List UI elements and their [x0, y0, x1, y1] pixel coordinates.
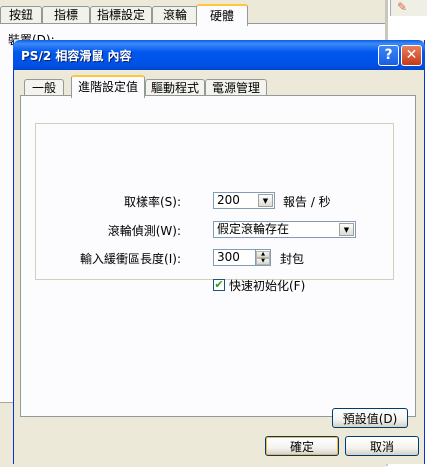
parent-tab-wheel[interactable]: 滾輪	[152, 6, 198, 24]
chevron-down-icon[interactable]: ▼	[258, 194, 273, 207]
advanced-settings-panel: 取樣率(S): 200 ▼ 報告 / 秒 滾輪偵測(W): 假定滾輪存在 ▼ 輸…	[20, 95, 416, 428]
parent-tab-hardware[interactable]: 硬體	[196, 4, 248, 26]
spin-up-icon[interactable]: ▲	[256, 251, 270, 258]
sample-rate-label: 取樣率(S):	[123, 195, 181, 209]
restore-defaults-button[interactable]: 預設值(D)	[332, 408, 408, 428]
input-buffer-length-input[interactable]: 300	[213, 249, 256, 266]
parent-tab-pointers[interactable]: 指標	[42, 6, 90, 24]
tab-power-management[interactable]: 電源管理	[205, 79, 267, 96]
cancel-button[interactable]: 取消	[345, 436, 419, 456]
dialog-title: PS/2 相容滑鼠 內容	[21, 49, 132, 63]
input-buffer-length-unit: 封包	[280, 252, 305, 266]
wheel-detection-value: 假定滾輪存在	[217, 222, 290, 236]
input-buffer-length-spinner: ▲ ▼	[256, 249, 271, 266]
sample-rate-select[interactable]: 200 ▼	[213, 192, 275, 209]
edit-icon: ✎	[397, 0, 408, 14]
tab-general[interactable]: 一般	[24, 79, 64, 96]
tab-driver[interactable]: 驅動程式	[145, 79, 205, 96]
parent-tab-buttons[interactable]: 按鈕	[0, 6, 42, 24]
fast-init-label[interactable]: 快速初始化(F)	[229, 277, 305, 294]
close-button[interactable]: ✕	[401, 45, 422, 66]
chevron-down-icon[interactable]: ▼	[339, 223, 354, 236]
ok-button[interactable]: 確定	[265, 436, 339, 456]
sample-rate-unit: 報告 / 秒	[283, 195, 331, 209]
help-button[interactable]: ?	[378, 45, 399, 66]
wheel-detection-select[interactable]: 假定滾輪存在 ▼	[213, 221, 356, 238]
fast-init-checkbox[interactable]: ✔	[213, 279, 225, 291]
spin-down-icon[interactable]: ▼	[256, 258, 270, 265]
input-buffer-length-label: 輸入緩衝區長度(I):	[80, 252, 181, 266]
sample-rate-value: 200	[217, 193, 240, 207]
tab-advanced-settings[interactable]: 進階設定值	[71, 75, 145, 98]
wheel-detection-label: 滾輪偵測(W):	[107, 224, 181, 238]
title-bar[interactable]: PS/2 相容滑鼠 內容 ? ✕	[13, 40, 425, 70]
parent-tab-pointer-options[interactable]: 指標設定	[90, 6, 152, 24]
mouse-properties-dialog: PS/2 相容滑鼠 內容 ? ✕ 一般 進階設定值 驅動程式 電源管理 取樣率(…	[13, 40, 425, 464]
dialog-client: 一般 進階設定值 驅動程式 電源管理 取樣率(S): 200 ▼ 報告 / 秒 …	[14, 70, 424, 464]
other-window-corner: ✎	[390, 0, 427, 16]
